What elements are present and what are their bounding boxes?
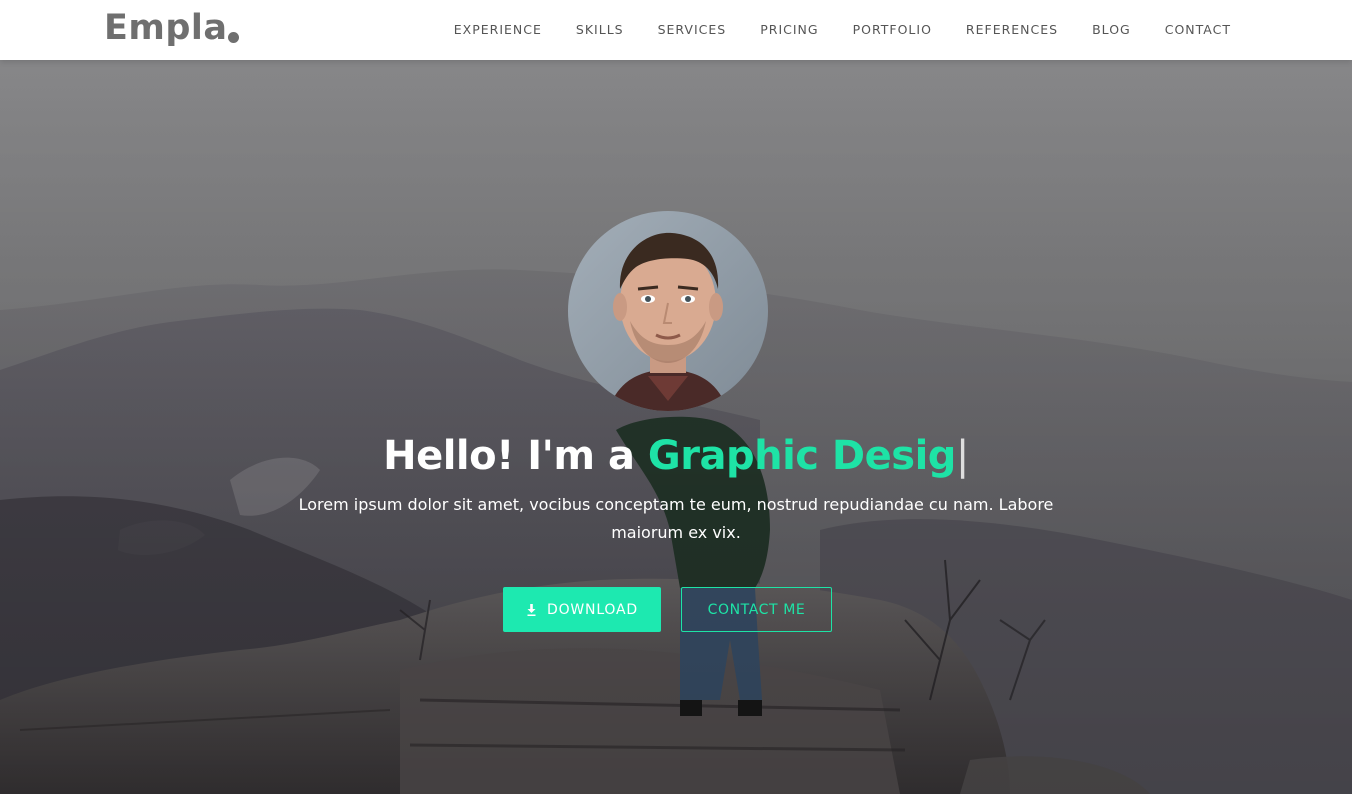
- nav-link-skills[interactable]: SKILLS: [576, 0, 624, 60]
- headline-typed-role: Graphic Desig: [647, 433, 957, 479]
- nav-link-blog[interactable]: BLOG: [1092, 0, 1131, 60]
- main-nav: EXPERIENCE SKILLS SERVICES PRICING PORTF…: [454, 0, 1231, 60]
- nav-link-experience[interactable]: EXPERIENCE: [454, 0, 542, 60]
- hero-background-image: [0, 60, 1352, 794]
- nav-link-pricing[interactable]: PRICING: [760, 0, 818, 60]
- typing-cursor: |: [955, 433, 969, 479]
- top-navbar: Empla EXPERIENCE SKILLS SERVICES PRICING…: [0, 0, 1352, 60]
- download-icon: [526, 603, 537, 616]
- hero-headline: Hello! I'm a Graphic Desig|: [0, 430, 1352, 482]
- nav-link-contact[interactable]: CONTACT: [1165, 0, 1231, 60]
- contact-me-button-label: CONTACT ME: [707, 601, 806, 618]
- nav-link-references[interactable]: REFERENCES: [966, 0, 1058, 60]
- brand-logo[interactable]: Empla: [104, 8, 228, 48]
- hero-section: [0, 60, 1352, 794]
- brand-logo-dot: [228, 32, 239, 43]
- contact-me-button[interactable]: CONTACT ME: [681, 587, 832, 632]
- profile-avatar: [568, 211, 768, 411]
- nav-link-services[interactable]: SERVICES: [658, 0, 727, 60]
- download-button-label: DOWNLOAD: [547, 601, 638, 618]
- download-button[interactable]: DOWNLOAD: [503, 587, 661, 632]
- nav-link-portfolio[interactable]: PORTFOLIO: [853, 0, 932, 60]
- hero-description: Lorem ipsum dolor sit amet, vocibus conc…: [298, 495, 1054, 542]
- profile-photo: [568, 211, 768, 411]
- headline-greeting: Hello! I'm a: [383, 433, 648, 479]
